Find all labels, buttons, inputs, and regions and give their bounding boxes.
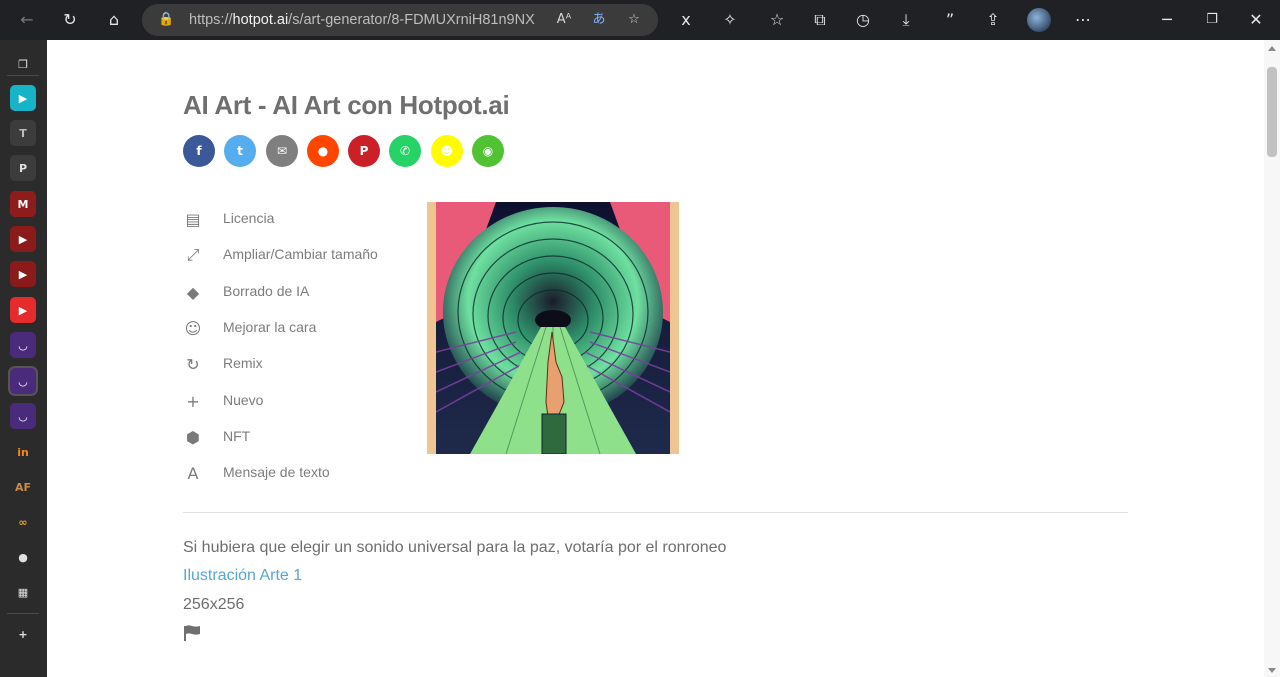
- share-reddit-button[interactable]: ●: [307, 135, 339, 167]
- address-url[interactable]: https://hotpot.ai/s/art-generator/8-FDMU…: [189, 4, 535, 36]
- share-wechat-button[interactable]: ◉: [472, 135, 504, 167]
- home-icon[interactable]: ⌂: [102, 8, 126, 32]
- menu-resize[interactable]: ⤢ Ampliar/Cambiar tamaño: [183, 243, 378, 267]
- downloads-icon[interactable]: ⤓: [894, 8, 918, 32]
- vertical-scrollbar[interactable]: [1264, 40, 1280, 677]
- lock-icon: 🔒: [158, 12, 175, 27]
- sidebar-app-youtube-1[interactable]: ▶: [10, 226, 36, 252]
- scrollbar-thumb[interactable]: [1267, 67, 1277, 157]
- facebook-icon: f: [196, 144, 202, 158]
- share-whatsapp-button[interactable]: ✆: [389, 135, 421, 167]
- share-email-button[interactable]: ✉: [266, 135, 298, 167]
- share-snapchat-button[interactable]: ☻: [431, 135, 463, 167]
- menu-label: Remix: [223, 355, 263, 371]
- image-size: 256x256: [183, 596, 245, 613]
- new-icon: +: [186, 391, 200, 411]
- menu-label: NFT: [223, 428, 251, 444]
- face-icon: ☺: [184, 318, 202, 338]
- page-title: AI Art - AI Art con Hotpot.ai: [183, 90, 510, 120]
- sidebar-separator: [7, 75, 39, 76]
- close-icon[interactable]: ✕: [1244, 8, 1268, 32]
- flag-icon[interactable]: [183, 625, 201, 641]
- share-facebook-button[interactable]: f: [183, 135, 215, 167]
- scroll-up-icon[interactable]: [1268, 46, 1276, 51]
- menu-label: Mensaje de texto: [223, 464, 330, 480]
- menu-label: Nuevo: [223, 392, 264, 408]
- menu-license[interactable]: ▤ Licencia: [183, 207, 274, 231]
- profile-avatar[interactable]: [1027, 8, 1051, 32]
- menu-label: Mejorar la cara: [223, 319, 317, 335]
- page-content: AI Art - AI Art con Hotpot.ai f t ✉ ● P ✆ ☻ ◉ ▤…: [47, 40, 1264, 677]
- text-icon: A: [187, 463, 199, 483]
- sidebar-app-youtube-2[interactable]: ▶: [10, 261, 36, 287]
- menu-enhance-face[interactable]: ☺ Mejorar la cara: [183, 316, 317, 340]
- refresh-icon[interactable]: ↻: [58, 8, 82, 32]
- sidebar-app-t[interactable]: T: [10, 120, 36, 146]
- share-twitter-button[interactable]: t: [224, 135, 256, 167]
- divider: [183, 512, 1128, 513]
- translate-icon[interactable]: あ: [589, 11, 609, 29]
- sidebar-add[interactable]: +: [10, 621, 36, 647]
- menu-nft[interactable]: ⬢ NFT: [183, 425, 250, 449]
- eraser-icon: ◆: [186, 282, 200, 302]
- scroll-down-icon[interactable]: [1268, 668, 1276, 673]
- menu-new[interactable]: + Nuevo: [183, 389, 263, 413]
- wechat-icon: ◉: [482, 144, 494, 158]
- twitter-icon: t: [237, 144, 243, 158]
- share-icon[interactable]: ⇪: [981, 8, 1005, 32]
- read-aloud-icon[interactable]: Aᴬ: [554, 11, 574, 29]
- reddit-icon: ●: [317, 144, 329, 158]
- art-caption: Si hubiera que elegir un sonido universa…: [183, 539, 727, 556]
- art-illustration: [436, 202, 670, 454]
- snapchat-icon: ☻: [440, 144, 454, 158]
- nft-icon: ⬢: [186, 427, 200, 447]
- sidebar-app-af[interactable]: AF: [10, 474, 36, 500]
- restore-icon[interactable]: ❐: [1200, 8, 1224, 32]
- sidebar-app-play[interactable]: ▶: [10, 85, 36, 111]
- resize-icon: ⤢: [186, 245, 200, 264]
- sidebar-app-github[interactable]: ●: [10, 544, 36, 570]
- sidebar-separator: [7, 613, 39, 614]
- generated-art-image[interactable]: [427, 202, 679, 454]
- menu-text-prompt[interactable]: A Mensaje de texto: [183, 461, 330, 485]
- sidebar-app-in[interactable]: in: [10, 439, 36, 465]
- menu-label: Ampliar/Cambiar tamaño: [223, 246, 378, 262]
- style-link[interactable]: Ilustración Arte 1: [183, 567, 302, 585]
- email-icon: ✉: [276, 144, 288, 158]
- browser-sidebar: ❐ ▶ T P M ▶ ▶ ▶ ◡ ◡ ◡ in AF ∞ ● ▦ +: [0, 40, 47, 677]
- minimize-icon[interactable]: ─: [1155, 8, 1179, 32]
- sidebar-app-p[interactable]: P: [10, 155, 36, 181]
- license-icon: ▤: [185, 209, 201, 229]
- pinterest-icon: P: [359, 144, 369, 158]
- menu-label: Borrado de IA: [223, 283, 310, 299]
- favorites-icon[interactable]: ☆: [765, 8, 789, 32]
- collections-icon[interactable]: ⧉: [808, 8, 832, 32]
- favorite-add-icon[interactable]: ☆: [624, 11, 644, 29]
- menu-remix[interactable]: ↻ Remix: [183, 352, 262, 376]
- whatsapp-icon: ✆: [399, 144, 411, 158]
- tab-actions[interactable]: ❐: [10, 51, 36, 77]
- sidebar-app-infinity[interactable]: ∞: [10, 509, 36, 535]
- reader-icon[interactable]: ⅹ: [674, 8, 698, 32]
- sidebar-app-hotpot-3[interactable]: ◡: [10, 403, 36, 429]
- browser-toolbar: ← ↻ ⌂ 🔒 https://hotpot.ai/s/art-generato…: [0, 0, 1280, 40]
- menu-label: Licencia: [223, 210, 275, 226]
- sidebar-app-youtube-3[interactable]: ▶: [10, 297, 36, 323]
- extensions-icon[interactable]: ✧: [718, 8, 742, 32]
- address-bar[interactable]: 🔒 https://hotpot.ai/s/art-generator/8-FD…: [142, 4, 658, 36]
- share-pinterest-button[interactable]: P: [348, 135, 380, 167]
- back-icon[interactable]: ←: [15, 8, 39, 32]
- sidebar-app-m[interactable]: M: [10, 191, 36, 217]
- sidebar-app-hotpot-1[interactable]: ◡: [10, 332, 36, 358]
- sidebar-app-calendar[interactable]: ▦: [10, 579, 36, 605]
- history-icon[interactable]: ◷: [851, 8, 875, 32]
- menu-ai-eraser[interactable]: ◆ Borrado de IA: [183, 280, 310, 304]
- more-icon[interactable]: ⋯: [1071, 8, 1095, 32]
- sidebar-app-hotpot-2[interactable]: ◡: [10, 368, 36, 394]
- quote-icon[interactable]: ”: [938, 8, 962, 32]
- remix-icon: ↻: [186, 354, 200, 374]
